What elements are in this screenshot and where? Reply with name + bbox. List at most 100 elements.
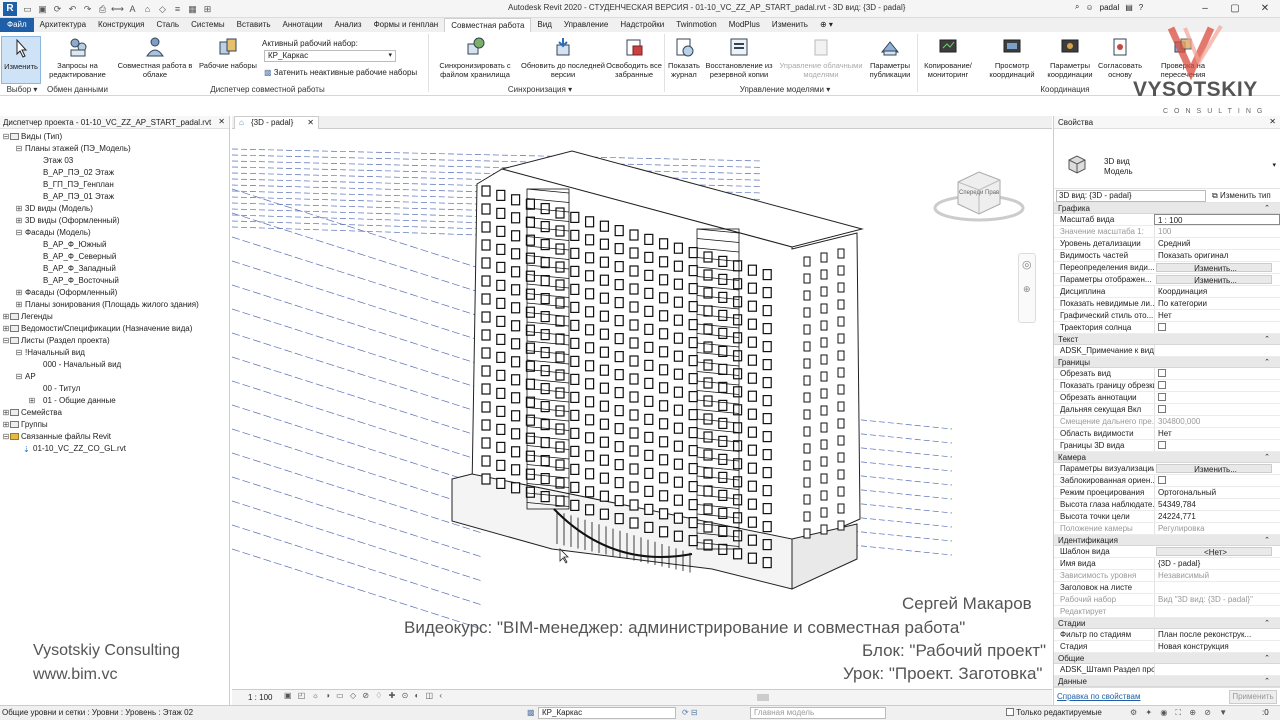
prop-value[interactable]: 1 : 100 bbox=[1154, 214, 1280, 225]
copy-monitor-button[interactable]: Копирование/ мониторинг bbox=[920, 36, 976, 79]
view-control-icons[interactable]: ▣ ◰ ☼ ◑ ▭ ◇ ⊘ ♢ ✚ ⊙ ◐ ◫ ‹ bbox=[284, 691, 444, 700]
tree-node[interactable]: ⊞ Семейства bbox=[0, 407, 229, 419]
tree-node[interactable]: ⊟ АР bbox=[0, 371, 229, 383]
user-icon[interactable]: ☺ bbox=[1085, 3, 1093, 12]
tree-node[interactable]: ⊞ Группы bbox=[0, 419, 229, 431]
prop-section-header[interactable]: Текст bbox=[1054, 334, 1280, 345]
tab-11[interactable]: Управление bbox=[558, 18, 614, 32]
search-icon[interactable]: ⌕ bbox=[1075, 2, 1079, 12]
thin-lines-icon[interactable]: ≡ bbox=[171, 3, 184, 15]
tab-7[interactable]: Анализ bbox=[329, 18, 368, 32]
expand-icon[interactable]: ⊞ bbox=[2, 323, 10, 335]
prop-value[interactable] bbox=[1154, 440, 1280, 451]
panel-sync-label[interactable]: Синхронизация ▾ bbox=[495, 85, 585, 94]
prop-value[interactable] bbox=[1154, 404, 1280, 415]
section-icon[interactable]: ◇ bbox=[156, 3, 169, 15]
prop-section-header[interactable]: Камера bbox=[1054, 452, 1280, 463]
zoom-icon[interactable]: ⊕ bbox=[1023, 284, 1031, 295]
checkbox[interactable] bbox=[1158, 381, 1166, 389]
collapse-icon[interactable]: ⊟ bbox=[2, 335, 10, 347]
tab-10[interactable]: Вид bbox=[531, 18, 557, 32]
view-tab-3d[interactable]: ⌂ {3D - padal} ✕ bbox=[234, 116, 319, 129]
collapse-icon[interactable]: ⊟ bbox=[2, 131, 10, 143]
tree-node[interactable]: ⊞ 01 - Общие данные bbox=[0, 395, 229, 407]
collapse-icon[interactable]: ⊟ bbox=[15, 227, 23, 239]
tree-node[interactable]: В_ГП_ПЭ_Генплан bbox=[0, 179, 229, 191]
expand-icon[interactable]: ⊞ bbox=[2, 407, 10, 419]
tab-8[interactable]: Формы и генплан bbox=[368, 18, 445, 32]
collapse-icon[interactable]: ⊟ bbox=[15, 347, 23, 359]
tree-node[interactable]: ⊟ Связанные файлы Revit bbox=[0, 431, 229, 443]
tab-6[interactable]: Аннотации bbox=[277, 18, 329, 32]
prop-value[interactable]: 304800,000 bbox=[1154, 416, 1280, 427]
prop-section-header[interactable]: Границы bbox=[1054, 357, 1280, 368]
chevron-down-icon[interactable]: ▾ bbox=[1272, 161, 1276, 169]
prop-section-header[interactable]: Идентификация bbox=[1054, 535, 1280, 546]
tab-14[interactable]: ModPlus bbox=[723, 18, 766, 32]
cart-icon[interactable]: ▤ bbox=[1125, 3, 1133, 12]
tab-9[interactable]: Совместная работа bbox=[444, 18, 532, 32]
prop-value[interactable]: Средний bbox=[1154, 238, 1280, 249]
coordination-settings-button[interactable]: Параметры координации bbox=[1043, 36, 1097, 79]
synchronize-button[interactable]: Синхронизировать с файлом хранилища bbox=[432, 36, 518, 79]
tab-2[interactable]: Конструкция bbox=[92, 18, 150, 32]
prop-value[interactable]: По категории bbox=[1154, 298, 1280, 309]
close-icon[interactable]: ✕ bbox=[1269, 117, 1276, 126]
prop-value[interactable]: Нет bbox=[1154, 428, 1280, 439]
prop-value[interactable]: 54349,784 bbox=[1154, 499, 1280, 510]
tree-node[interactable]: В_АР_ПЭ_02 Этаж bbox=[0, 167, 229, 179]
prop-section-header[interactable]: Общие bbox=[1054, 653, 1280, 664]
expand-icon[interactable]: ⊞ bbox=[28, 395, 36, 407]
relinquish-all-button[interactable]: Освободить все забранные bbox=[605, 36, 663, 79]
prop-value[interactable]: Нет bbox=[1154, 310, 1280, 321]
editing-requests-button[interactable]: Запросы на редактирование bbox=[45, 36, 110, 79]
prop-value[interactable]: План после реконструк... bbox=[1154, 629, 1280, 640]
prop-value[interactable]: Изменить... bbox=[1156, 275, 1272, 284]
close-hidden-icon[interactable]: ▦ bbox=[186, 3, 199, 15]
revit-logo-icon[interactable]: R bbox=[3, 1, 17, 16]
prop-value[interactable] bbox=[1154, 380, 1280, 391]
prop-section-header[interactable]: Данные bbox=[1054, 676, 1280, 687]
prop-value[interactable]: Регулировка bbox=[1154, 523, 1280, 534]
panel-model-manage-label[interactable]: Управление моделями ▾ bbox=[735, 85, 835, 94]
collapse-icon[interactable]: ⊟ bbox=[15, 371, 23, 383]
tree-node[interactable]: ⊟ Листы (Раздел проекта) bbox=[0, 335, 229, 347]
prop-value[interactable]: Координация bbox=[1154, 286, 1280, 297]
publish-settings-button[interactable]: Параметры публикации bbox=[866, 36, 914, 79]
tree-node[interactable]: Этаж 03 bbox=[0, 155, 229, 167]
checkbox[interactable] bbox=[1158, 323, 1166, 331]
close-button[interactable]: ✕ bbox=[1250, 0, 1280, 18]
tree-node[interactable]: ⊞ Легенды bbox=[0, 311, 229, 323]
tree-node[interactable]: В_АР_Ф_Северный bbox=[0, 251, 229, 263]
tree-node[interactable]: В_АР_ПЭ_01 Этаж bbox=[0, 191, 229, 203]
undo-icon[interactable]: ↶ bbox=[66, 3, 79, 15]
tree-node[interactable]: ⊟ Виды (Тип) bbox=[0, 131, 229, 143]
tab-5[interactable]: Вставить bbox=[231, 18, 277, 32]
reload-latest-button[interactable]: Обновить до последней версии bbox=[521, 36, 605, 79]
edit-type-button[interactable]: ⧉ Изменить тип bbox=[1212, 191, 1271, 201]
apply-button[interactable]: Применить bbox=[1229, 690, 1277, 704]
prop-value[interactable]: Ортогональный bbox=[1154, 487, 1280, 498]
horizontal-scrollbar[interactable] bbox=[757, 694, 769, 701]
expand-icon[interactable]: ⊞ bbox=[15, 215, 23, 227]
tree-node[interactable]: ⊞ Планы зонирования (Площадь жилого здани… bbox=[0, 299, 229, 311]
status-model-select[interactable]: Главная модель bbox=[750, 707, 886, 719]
expand-icon[interactable]: ⊞ bbox=[15, 287, 23, 299]
prop-value[interactable]: Изменить... bbox=[1156, 464, 1272, 473]
collapse-icon[interactable]: ⊟ bbox=[2, 431, 10, 443]
print-icon[interactable]: ⎙ bbox=[96, 3, 109, 15]
redo-icon[interactable]: ↷ bbox=[81, 3, 94, 15]
prop-value[interactable] bbox=[1154, 322, 1280, 333]
close-icon[interactable]: ✕ bbox=[307, 117, 314, 129]
checkbox[interactable] bbox=[1158, 441, 1166, 449]
prop-value[interactable] bbox=[1154, 345, 1280, 356]
checkbox[interactable] bbox=[1158, 393, 1166, 401]
tab-13[interactable]: Twinmotion bbox=[670, 18, 722, 32]
editable-only-checkbox[interactable]: Только редактируемые bbox=[1006, 706, 1102, 720]
prop-value[interactable]: Показать оригинал bbox=[1154, 250, 1280, 261]
help-icon[interactable]: ? bbox=[1139, 3, 1143, 12]
restore-backup-button[interactable]: Восстановление из резервной копии bbox=[703, 36, 775, 79]
checkbox[interactable] bbox=[1158, 476, 1166, 484]
prop-value[interactable] bbox=[1154, 664, 1280, 675]
user-name[interactable]: padal bbox=[1100, 3, 1120, 12]
